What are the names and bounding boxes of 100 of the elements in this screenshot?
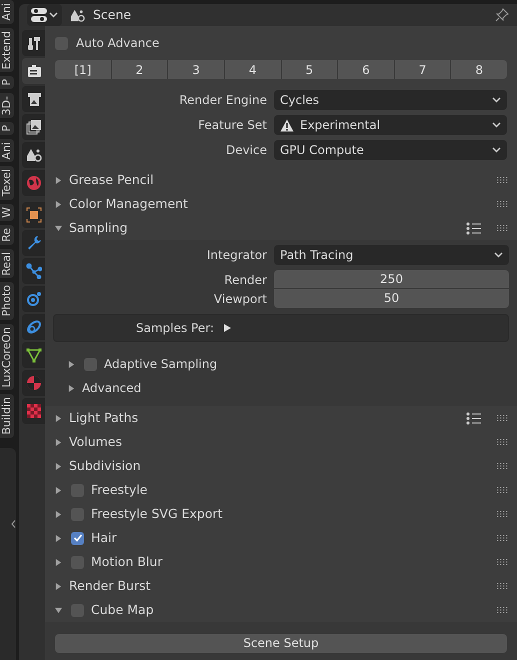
disclosure-triangle-icon [55,558,62,566]
chevron-down-icon [49,12,58,18]
property-tab[interactable] [22,258,45,284]
number-field[interactable]: 50 [274,289,509,308]
disclosure-triangle-icon [55,606,62,614]
printer-icon [26,91,42,107]
disclosure-triangle-icon [55,414,62,422]
scene-setup-button[interactable]: Scene Setup [55,634,507,653]
triangle-mesh-icon [26,347,42,363]
checkbox-label: Auto Advance [76,35,160,52]
subpanel-header[interactable]: Advanced [45,376,517,400]
property-tab[interactable] [22,286,45,312]
dropdown-value: GPU Compute [280,142,365,159]
field-label: Viewport [212,290,268,308]
side-tab[interactable]: Real [0,248,14,278]
subpanel-title: Adaptive Sampling [104,356,218,373]
side-tab[interactable]: Photo [0,282,14,320]
dropdown[interactable]: Path Tracing [274,245,509,265]
slot-button[interactable]: 3 [167,60,224,79]
panel-title: Freestyle [91,480,149,499]
property-tab[interactable] [22,86,45,112]
property-tab[interactable] [22,342,45,368]
panel-title: Freestyle SVG Export [91,504,224,523]
field-label: Render [223,272,268,288]
side-tab[interactable]: LuxCoreOn [0,324,14,390]
number-field[interactable]: 250 [274,270,509,289]
warning-icon [280,118,294,132]
panel-title: Light Paths [69,408,140,427]
editor-type-button[interactable] [27,4,62,26]
dropdown[interactable]: Experimental [274,115,507,135]
camera-back-icon [26,63,42,79]
slot-button[interactable]: 2 [110,60,168,79]
panel-title: Motion Blur [91,552,164,571]
tool-icon [26,35,42,51]
field-label: Integrator [206,247,268,264]
dropdown[interactable]: Cycles [274,90,507,110]
side-tab[interactable]: Extend [0,28,14,72]
dropdown[interactable]: GPU Compute [274,140,507,160]
disclosure-triangle-icon [55,438,62,446]
property-tab[interactable] [22,30,45,56]
property-tab[interactable] [22,314,45,340]
subpanel-header[interactable]: Adaptive Sampling [45,352,517,376]
checkbox[interactable] [84,358,97,370]
slot-button[interactable]: 4 [224,60,280,79]
field-label: Render Engine [178,92,268,109]
field-label: Device [224,142,268,159]
field-label: Feature Set [197,117,268,134]
property-tab[interactable] [22,58,45,84]
preset-list-icon[interactable] [466,222,481,234]
chevron-down-icon [492,147,501,153]
property-tab[interactable] [22,230,45,256]
link-icon [26,319,42,335]
dropdown-value: Experimental [300,117,382,134]
side-tab[interactable]: Buildin [0,394,14,438]
sphere-icon [26,375,42,391]
side-tab[interactable]: Ani [0,138,14,162]
panel-title: Volumes [69,432,124,451]
panel-title: Render Burst [69,576,152,595]
chevron-down-icon [494,252,503,258]
subpanel-title: Advanced [82,380,142,397]
disclosure-triangle-icon [55,510,62,518]
panel-title: Hair [91,528,118,547]
disclosure-triangle-icon [55,176,62,184]
side-tab[interactable]: 3D- [0,92,14,118]
disclosure-triangle-icon [55,582,62,590]
side-tab[interactable]: Ani [0,0,14,24]
checkerboard-icon [26,403,42,419]
disclosure-triangle-icon [55,224,62,232]
slot-button[interactable]: [1] [55,60,111,79]
side-tab[interactable]: Texel [0,166,14,200]
globe-icon [26,175,42,191]
side-tab[interactable]: Re [0,224,14,245]
properties-editor-icon [31,8,47,22]
square-icon [26,207,42,223]
scene-icon [26,147,42,163]
breadcrumb-title: Scene [93,6,132,24]
side-tab[interactable]: P [0,76,14,89]
slot-button[interactable]: 8 [450,60,507,79]
image-stack-icon [26,119,42,135]
side-tab[interactable]: W [0,204,14,221]
checkbox[interactable] [71,532,84,544]
panel-title: Sampling [69,218,129,237]
disclosure-triangle-icon [55,462,62,470]
disclosure-triangle-icon [55,486,62,494]
chevron-down-icon [492,122,501,128]
pin-icon[interactable] [495,8,509,22]
panel-title: Cube Map [91,600,155,619]
side-tab[interactable]: P [0,122,14,135]
particles-icon [26,263,42,279]
slot-button[interactable]: 5 [280,60,338,79]
property-tab[interactable] [22,114,45,140]
chevron-down-icon [492,97,501,103]
dropdown-value: Path Tracing [280,247,354,264]
preset-list-icon[interactable] [466,412,481,424]
slot-button[interactable]: 6 [337,60,394,79]
subpanel-box[interactable]: Samples Per: [53,314,509,342]
property-tab[interactable] [22,202,45,228]
orbit-icon [26,291,42,307]
slot-button[interactable]: 7 [394,60,450,79]
property-tab[interactable] [22,142,45,168]
